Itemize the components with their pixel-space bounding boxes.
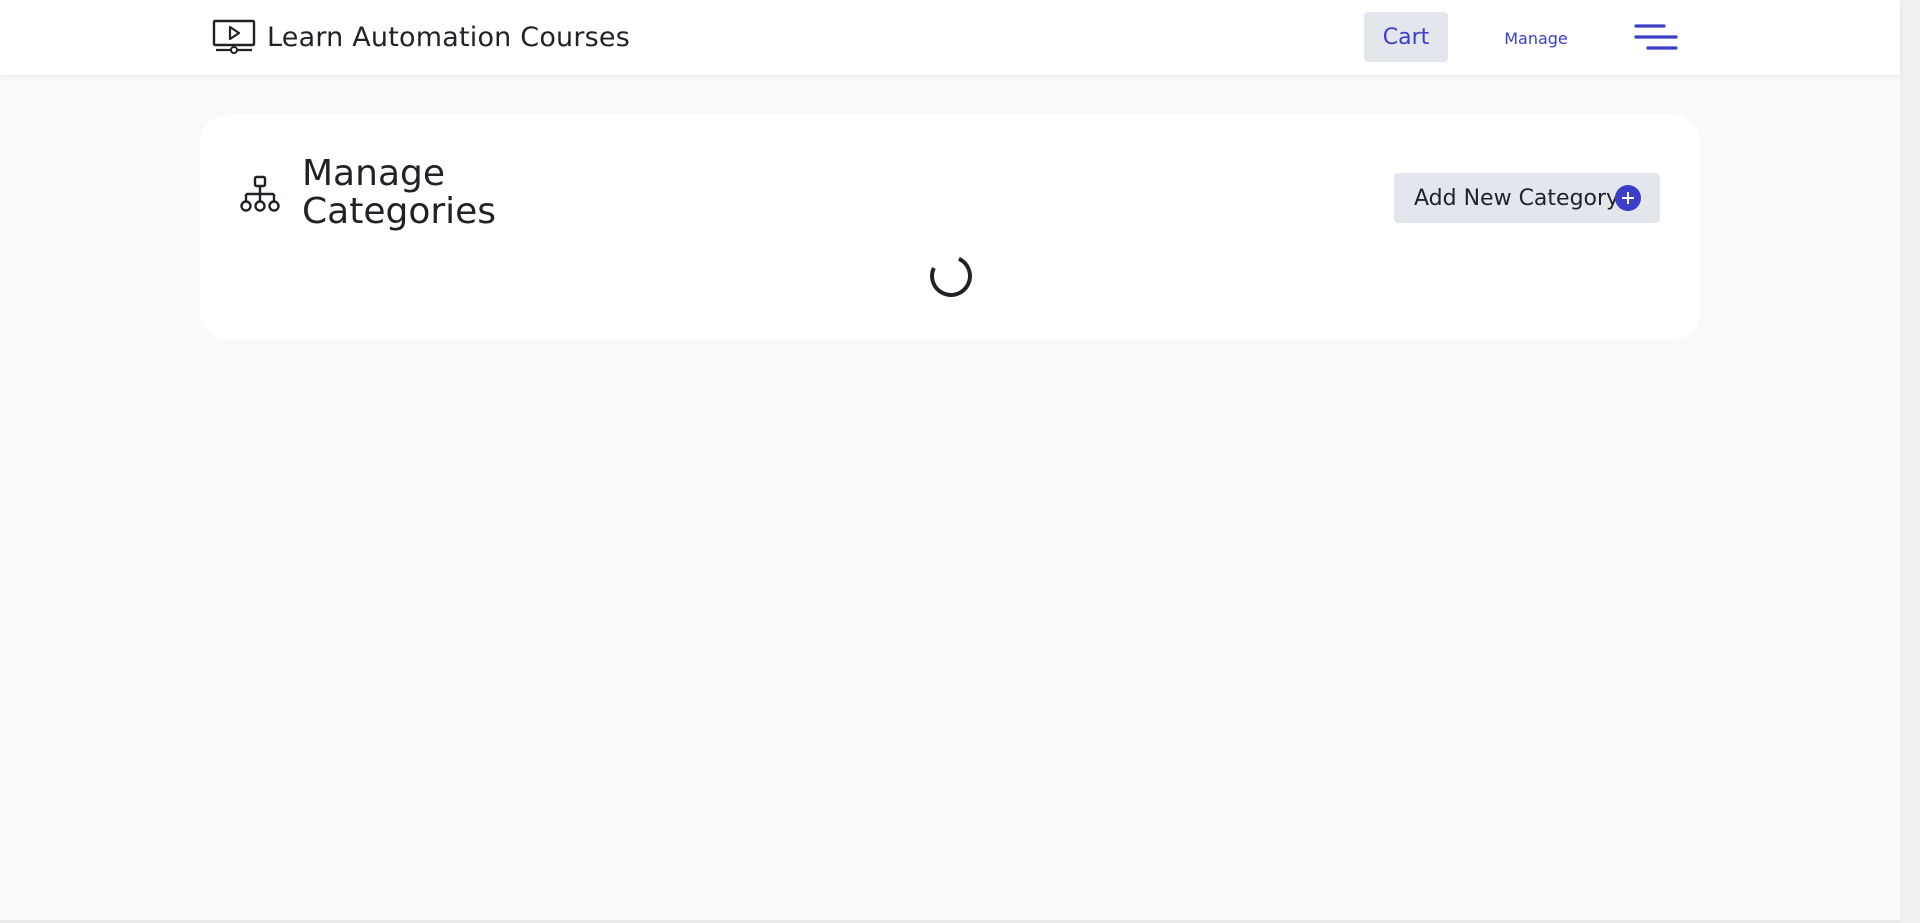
vertical-scrollbar[interactable]: [1900, 0, 1920, 923]
page-title: Manage Categories: [302, 153, 497, 232]
manage-categories-card: Manage Categories Add New Category: [200, 115, 1700, 340]
hamburger-menu-button[interactable]: [1634, 18, 1678, 56]
add-new-category-label: Add New Category: [1414, 185, 1620, 211]
top-navbar: Learn Automation Courses Cart Manage: [0, 0, 1900, 75]
category-hierarchy-icon: [240, 175, 280, 212]
brand-title: Learn Automation Courses: [267, 21, 631, 53]
loading-spinner-icon: [924, 249, 978, 303]
cart-button[interactable]: Cart: [1364, 12, 1448, 62]
manage-link[interactable]: Manage: [1496, 26, 1576, 50]
hamburger-menu-icon: [1634, 24, 1678, 50]
add-new-category-button[interactable]: Add New Category: [1394, 173, 1660, 223]
video-lesson-icon: [212, 19, 256, 54]
brand-link[interactable]: Learn Automation Courses: [212, 18, 630, 56]
plus-circle-icon: [1615, 185, 1641, 211]
